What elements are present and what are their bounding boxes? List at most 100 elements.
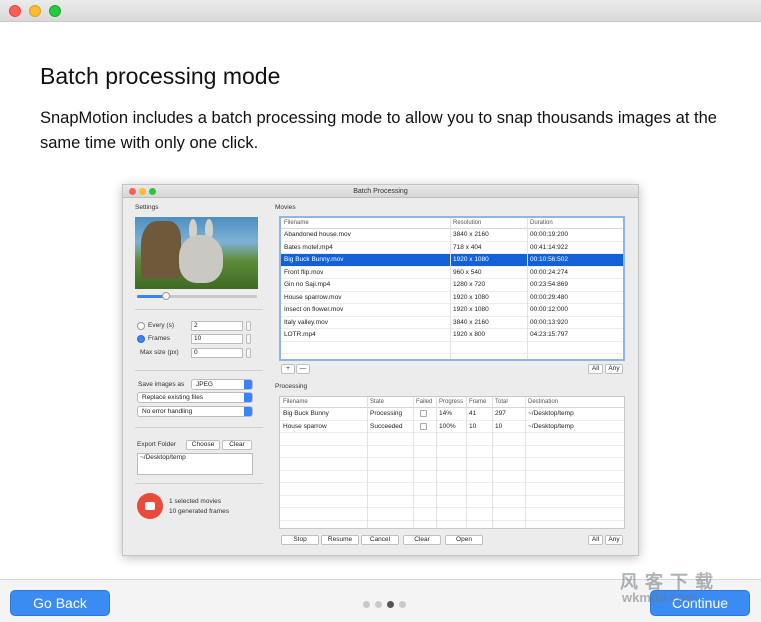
movie-resolution: 1920 x 800: [453, 331, 486, 338]
movie-duration: 00:00:24:274: [530, 268, 568, 276]
movie-duration: 00:41:14:922: [530, 243, 568, 251]
movie-duration: 00:23:54:869: [530, 281, 568, 288]
clear-folder-button[interactable]: Clear: [222, 440, 252, 450]
preview-slider[interactable]: [137, 292, 257, 300]
col-state: State: [370, 399, 385, 405]
format-popup[interactable]: JPEG: [191, 379, 253, 390]
empty-row: [280, 508, 624, 521]
col-failed: Failed: [416, 399, 433, 405]
zoom-window-button[interactable]: [49, 5, 61, 17]
resume-button[interactable]: Resume: [321, 535, 359, 545]
proc-progress: 14%: [439, 410, 453, 417]
every-stepper[interactable]: [246, 321, 251, 331]
close-window-button[interactable]: [9, 5, 21, 17]
page-indicator-2[interactable]: [375, 601, 382, 608]
col-total: Total: [495, 399, 508, 405]
clear-button[interactable]: Clear: [403, 535, 441, 545]
movie-row[interactable]: House sparrow.mov 1920 x 1080 00:00:29:480: [281, 292, 623, 304]
movie-row[interactable]: Insect on flower.mov 1920 x 1080 00:00:12:…: [281, 304, 623, 317]
page-indicator-1[interactable]: [363, 601, 370, 608]
page-description: SnapMotion includes a batch processing m…: [40, 109, 717, 152]
add-movie-button[interactable]: +: [281, 364, 295, 374]
failed-checkbox[interactable]: [420, 410, 427, 417]
proc-destination: ~/Desktop/temp: [528, 410, 574, 417]
export-path-field[interactable]: ~/Desktop/temp: [137, 453, 253, 475]
processing-row[interactable]: Big Buck Bunny Processing 14% 41 297 ~/Deskto…: [280, 408, 624, 421]
minimize-window-button[interactable]: [29, 5, 41, 17]
shot-zoom-dot: [149, 188, 156, 195]
movie-filename: Bates motel.mp4: [284, 243, 333, 251]
go-back-button[interactable]: Go Back: [10, 590, 110, 616]
every-label: Every (s): [148, 322, 174, 329]
movie-filename: House sparrow.mov: [284, 293, 342, 301]
movie-duration: 00:00:29:480: [530, 293, 568, 301]
processing-all-button[interactable]: All: [588, 535, 603, 545]
movie-row[interactable]: LOTR.mp4 1920 x 800 04:23:15:797: [281, 329, 623, 342]
preview-bunny: [179, 235, 223, 283]
maxsize-label: Max size (px): [140, 349, 179, 356]
settings-label: Settings: [135, 204, 159, 211]
movies-any-button[interactable]: Any: [605, 364, 623, 374]
col-divider: [527, 218, 528, 359]
col-progress: Progress: [439, 399, 464, 405]
page-indicator-3[interactable]: [387, 601, 394, 608]
replace-popup[interactable]: Replace existing files: [137, 392, 253, 403]
export-folder-label: Export Folder: [137, 441, 177, 448]
empty-row: [280, 458, 624, 471]
processing-row[interactable]: House sparrow Succeeded 100% 10 10 ~/Desktop/…: [280, 421, 624, 433]
camera-lens: [145, 502, 155, 510]
choose-button[interactable]: Choose: [186, 440, 220, 450]
movie-filename: Front flip.mov: [284, 268, 324, 276]
col-divider: [436, 397, 437, 528]
processing-any-button[interactable]: Any: [605, 535, 623, 545]
divider: [135, 309, 263, 310]
movie-filename: Gin no Saji.mp4: [284, 281, 331, 288]
col-destination: Destination: [528, 399, 559, 405]
page-title: Batch processing mode: [40, 63, 281, 89]
movie-row[interactable]: Abandoned house.mov 3840 x 2160 00:00:19:2…: [281, 229, 623, 242]
empty-row: [280, 446, 624, 458]
processing-label: Processing: [275, 383, 308, 390]
frames-radio[interactable]: [137, 335, 145, 343]
col-divider: [413, 397, 414, 528]
movie-filename: Italy valley.mov: [284, 318, 328, 326]
slider-knob[interactable]: [162, 292, 170, 300]
col-divider: [525, 397, 526, 528]
movie-duration: 00:10:56:502: [530, 256, 568, 263]
movie-resolution: 1280 x 720: [453, 281, 486, 288]
stop-button[interactable]: Stop: [281, 535, 319, 545]
frames-input[interactable]: 10: [191, 334, 243, 344]
movie-row[interactable]: Big Buck Bunny.mov 1920 x 1080 00:10:56:50…: [281, 254, 623, 267]
frames-stepper[interactable]: [246, 334, 251, 344]
processing-table[interactable]: Filename State Failed Progress Frame Tot…: [279, 396, 625, 529]
page-indicator-4[interactable]: [399, 601, 406, 608]
movie-duration: 04:23:15:797: [530, 331, 568, 338]
movie-duration: 00:00:12:000: [530, 306, 568, 313]
selected-movies-text: 1 selected movies: [169, 498, 222, 505]
error-handling-popup[interactable]: No error handling: [137, 406, 253, 417]
empty-row: [280, 483, 624, 496]
movie-row[interactable]: Bates motel.mp4 718 x 404 00:41:14:922: [281, 242, 623, 254]
movies-label: Movies: [275, 204, 296, 211]
movies-all-button[interactable]: All: [588, 364, 603, 374]
failed-checkbox[interactable]: [420, 422, 427, 430]
open-button[interactable]: Open: [445, 535, 483, 545]
movie-row[interactable]: Italy valley.mov 3840 x 2160 00:00:13:920: [281, 317, 623, 329]
remove-movie-button[interactable]: —: [296, 364, 310, 374]
empty-row: [280, 433, 624, 446]
maxsize-stepper[interactable]: [246, 348, 251, 358]
proc-total: 10: [495, 422, 503, 430]
movie-resolution: 1920 x 1080: [453, 293, 489, 301]
proc-destination: ~/Desktop/temp: [528, 422, 574, 430]
movie-row[interactable]: Gin no Saji.mp4 1280 x 720 00:23:54:869: [281, 279, 623, 292]
proc-total: 297: [495, 410, 506, 417]
maxsize-input[interactable]: 0: [191, 348, 243, 358]
col-duration: Duration: [530, 220, 553, 226]
col-filename: Filename: [284, 220, 309, 226]
chevron-down-icon: [244, 393, 252, 402]
every-radio[interactable]: [137, 322, 145, 330]
every-input[interactable]: 2: [191, 321, 243, 331]
movies-table[interactable]: Filename Resolution Duration Abandoned h…: [279, 216, 625, 361]
movie-row[interactable]: Front flip.mov 960 x 540 00:00:24:274: [281, 267, 623, 279]
cancel-button[interactable]: Cancel: [361, 535, 399, 545]
